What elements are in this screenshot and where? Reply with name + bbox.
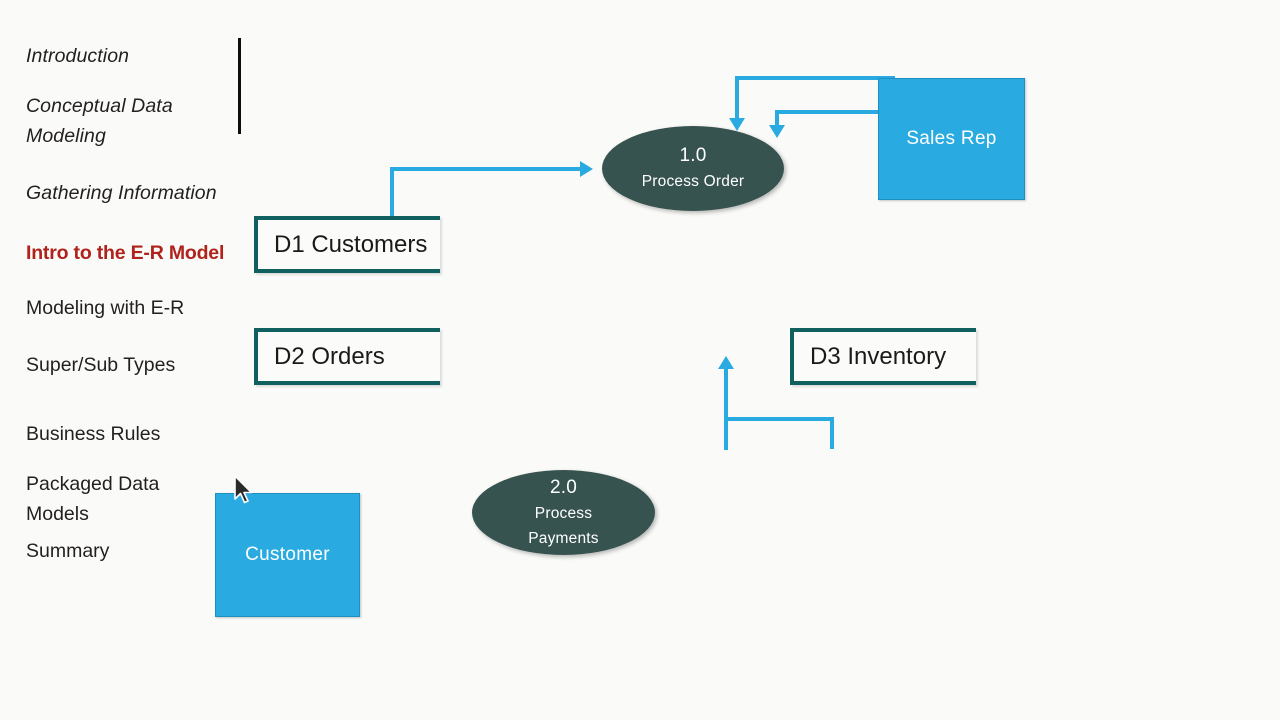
entity-sales-rep-label: Sales Rep [906, 128, 997, 149]
slide-canvas: Introduction Conceptual Data Modeling Ga… [0, 0, 1280, 720]
data-flow-diagram: Sales Rep 1.0 Process Order D1 Customers… [0, 0, 1280, 720]
flow-d1-to-process-order-vertical [390, 167, 394, 219]
entity-customer[interactable]: Customer [215, 493, 360, 617]
datastore-d1-label: D1 Customers [274, 230, 428, 258]
flow-salesrep-to-process-order-horizontal-1 [735, 76, 895, 80]
process-2-number: 2.0 [549, 476, 577, 498]
process-2-process-payments[interactable]: 2.0 Process Payments [472, 470, 655, 555]
arrowhead-down-2 [769, 125, 785, 138]
arrowhead-right-1 [580, 161, 593, 177]
process-1-number: 1.0 [679, 145, 707, 166]
flow-salesrep-to-process-order-horizontal-2 [775, 110, 885, 114]
datastore-d1-customers[interactable]: D1 Customers [254, 216, 440, 273]
process-1-process-order[interactable]: 1.0 Process Order [602, 126, 784, 211]
flow-to-d3-horizontal [724, 417, 834, 421]
arrowhead-up-1 [718, 356, 734, 369]
datastore-d3-inventory[interactable]: D3 Inventory [790, 328, 976, 385]
entity-sales-rep[interactable]: Sales Rep [878, 78, 1025, 200]
entity-customer-label: Customer [245, 544, 330, 565]
datastore-d3-label: D3 Inventory [810, 342, 947, 370]
flow-to-d3-vertical-right [830, 417, 834, 449]
process-1-name: Process Order [641, 173, 745, 190]
flow-d1-to-process-order-horizontal [390, 167, 585, 171]
datastore-d2-label: D2 Orders [274, 342, 385, 370]
flow-to-d3-vertical-left [724, 368, 728, 450]
process-2-name: Process Payments [528, 504, 599, 547]
datastore-d2-orders[interactable]: D2 Orders [254, 328, 440, 385]
